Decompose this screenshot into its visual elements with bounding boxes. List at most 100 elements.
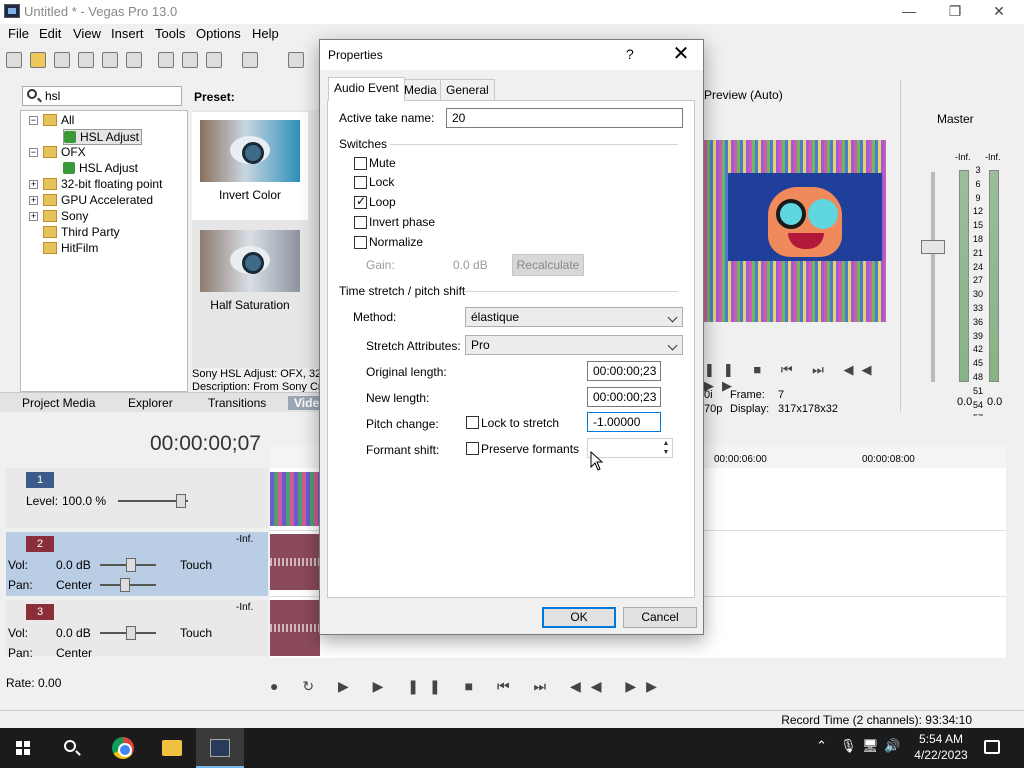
tab-transitions[interactable]: Transitions <box>208 396 266 410</box>
method-dropdown[interactable]: élastique <box>465 307 683 327</box>
menu-insert[interactable]: Insert <box>111 26 144 41</box>
notifications-icon[interactable] <box>984 740 1000 754</box>
audio-clip[interactable] <box>270 600 320 656</box>
undo-icon[interactable] <box>242 52 258 68</box>
network-icon[interactable]: 🖥 <box>862 738 879 754</box>
expand-icon[interactable]: + <box>29 212 38 221</box>
lock-checkbox[interactable] <box>354 176 367 189</box>
window-title: Untitled * - Vegas Pro 13.0 <box>24 4 178 19</box>
tree-item-gpu[interactable]: + GPU Accelerated <box>29 193 153 209</box>
master-fader[interactable] <box>921 240 945 254</box>
new-length-field[interactable]: 00:00:00;23 <box>587 387 661 407</box>
start-button[interactable] <box>0 728 48 768</box>
master-meter-left <box>959 170 969 382</box>
menu-help[interactable]: Help <box>252 26 279 41</box>
original-length-label: Original length: <box>366 365 447 379</box>
new-icon[interactable] <box>6 52 22 68</box>
copy-icon[interactable] <box>182 52 198 68</box>
chevron-up-icon[interactable]: ⌃ <box>816 738 827 754</box>
menu-view[interactable]: View <box>73 26 101 41</box>
dialog-close-button[interactable]: ✕ <box>664 42 698 68</box>
invert-phase-checkbox[interactable] <box>354 216 367 229</box>
tab-general[interactable]: General <box>440 79 495 100</box>
video-clip[interactable] <box>270 472 320 526</box>
eye-image <box>230 246 270 274</box>
loop-checkbox[interactable]: ✓ <box>354 194 367 209</box>
level-slider[interactable] <box>118 494 188 508</box>
tree-item-hsl-adjust-selected[interactable]: HSL Adjust <box>63 129 142 145</box>
volume-slider[interactable] <box>100 626 156 640</box>
properties-icon[interactable] <box>126 52 142 68</box>
collapse-icon[interactable]: − <box>29 116 38 125</box>
transport-controls[interactable]: ● ↻ ▶ ▶ ❚❚ ■ ⏮ ⏭ ◀◀ ▶▶ <box>270 678 990 704</box>
paste-icon[interactable] <box>206 52 222 68</box>
normalize-checkbox[interactable] <box>354 236 367 249</box>
microphone-icon[interactable]: 🎙 <box>840 738 857 754</box>
open-icon[interactable] <box>30 52 46 68</box>
taskbar: ⌃ 🎙 🖥 🔊 5:54 AM 4/22/2023 <box>0 728 1024 768</box>
volume-slider[interactable] <box>100 558 156 572</box>
menu-file[interactable]: File <box>8 26 29 41</box>
track-header-video-1[interactable]: 1 Level: 100.0 % <box>6 468 268 528</box>
tab-explorer[interactable]: Explorer <box>128 396 173 410</box>
save-as-icon[interactable] <box>78 52 94 68</box>
help-button[interactable]: ? <box>626 46 634 62</box>
tab-project-media[interactable]: Project Media <box>22 396 95 410</box>
tree-item-sony[interactable]: + Sony <box>29 209 88 225</box>
cartoon-mouth <box>788 233 824 249</box>
search-input[interactable]: hsl <box>22 86 182 106</box>
track-header-audio-2[interactable]: 2 Vol: 0.0 dB Touch Pan: Center -Inf. <box>6 532 268 596</box>
mute-checkbox[interactable] <box>354 157 367 170</box>
cut-icon[interactable] <box>158 52 174 68</box>
meter-scale-tick: 6 <box>975 178 981 189</box>
tree-item-hsl-adjust[interactable]: HSL Adjust <box>63 161 138 177</box>
menu-tools[interactable]: Tools <box>155 26 185 41</box>
properties-dialog: Properties ? ✕ Audio Event Media General… <box>319 39 704 635</box>
tab-audio-event[interactable]: Audio Event <box>328 77 405 101</box>
preset-invert-color[interactable]: Invert Color <box>192 112 308 220</box>
preserve-formants-checkbox[interactable] <box>466 442 479 455</box>
preset-half-saturation[interactable]: Half Saturation <box>192 222 308 330</box>
taskbar-search[interactable] <box>48 728 96 768</box>
pan-slider[interactable] <box>100 578 156 592</box>
expand-icon[interactable]: + <box>29 196 38 205</box>
clock[interactable]: 5:54 AM 4/22/2023 <box>906 731 976 763</box>
frame-info: 0i Frame: 7 70p Display: 317x178x32 <box>704 389 838 415</box>
folder-icon <box>43 210 57 222</box>
stretch-attributes-dropdown[interactable]: Pro <box>465 335 683 355</box>
collapse-icon[interactable]: − <box>29 148 38 157</box>
taskbar-chrome[interactable] <box>98 728 146 768</box>
taskbar-file-explorer[interactable] <box>148 728 196 768</box>
minimize-button[interactable]: — <box>886 0 932 24</box>
tree-item-ofx[interactable]: − OFX <box>29 145 86 161</box>
pitch-change-field[interactable]: -1.00000 <box>587 412 661 432</box>
render-icon[interactable] <box>102 52 118 68</box>
tree-item-32bit[interactable]: +32-bit floating point <box>29 177 162 193</box>
spinner-arrows-icon[interactable]: ▲ ▼ <box>660 439 672 459</box>
master-meter-right <box>989 170 999 382</box>
menu-edit[interactable]: Edit <box>39 26 61 41</box>
track-header-audio-3[interactable]: 3 Vol: 0.0 dB Touch Pan: Center -Inf. <box>6 600 268 660</box>
tree-item-third-party[interactable]: Third Party <box>43 225 120 241</box>
master-bus-panel: Master -Inf. -Inf. 3 6 9 12 15 18 21 24 27 30 33 36… <box>900 80 1024 423</box>
tree-item-all[interactable]: − All <box>29 113 74 129</box>
recalculate-button[interactable]: Recalculate <box>512 254 584 276</box>
redo-icon[interactable] <box>288 52 304 68</box>
tree-item-hitfilm[interactable]: HitFilm <box>43 241 98 257</box>
active-take-field[interactable]: 20 <box>446 108 683 128</box>
lock-to-stretch-checkbox[interactable] <box>466 416 479 429</box>
restore-button[interactable]: ❐ <box>932 0 978 24</box>
pitch-change-label: Pitch change: <box>366 417 439 431</box>
ok-button[interactable]: OK <box>542 607 616 628</box>
preview-quality-dropdown[interactable]: Preview (Auto) <box>704 88 783 102</box>
original-length-field[interactable]: 00:00:00;23 <box>587 361 661 381</box>
menu-options[interactable]: Options <box>196 26 241 41</box>
expand-icon[interactable]: + <box>29 180 38 189</box>
volume-icon[interactable]: 🔊 <box>884 738 900 754</box>
close-button[interactable]: ✕ <box>976 0 1022 24</box>
time-stretch-label: Time stretch / pitch shift <box>339 284 466 298</box>
audio-clip[interactable] <box>270 534 320 590</box>
cancel-button[interactable]: Cancel <box>623 607 697 628</box>
taskbar-vegas[interactable] <box>196 728 244 768</box>
save-icon[interactable] <box>54 52 70 68</box>
